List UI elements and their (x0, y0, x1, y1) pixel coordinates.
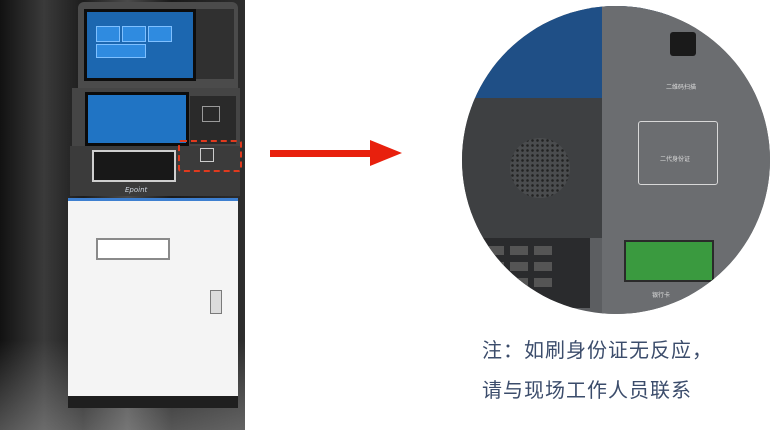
brand-logo: Epoint (125, 186, 148, 194)
kiosk-receipt-window (96, 238, 170, 260)
id-card-reader (638, 121, 718, 185)
keypad (480, 238, 590, 308)
kiosk-touch-screen (85, 92, 189, 146)
bank-card-label: 银行卡 (652, 292, 671, 299)
qr-scanner-icon (202, 106, 220, 122)
note-text: 注：如刷身份证无反应， 请与现场工作人员联系 (482, 330, 767, 410)
zoom-detail-circle: 二维码扫描 二代身份证 银行卡 (462, 6, 770, 314)
id-card-label: 二代身份证 (660, 156, 691, 163)
id-reader-icon (200, 148, 214, 162)
note-line-1: 注：如刷身份证无反应， (482, 338, 713, 362)
bank-card-slot (624, 240, 714, 282)
kiosk-top-tiles (96, 26, 176, 60)
arrow-line (270, 150, 370, 157)
qr-scan-label: 二维码扫描 (666, 84, 697, 91)
qr-scanner-camera-icon (670, 32, 696, 56)
kiosk-base (68, 396, 238, 408)
speaker-grille-icon (510, 138, 570, 198)
kiosk-lock-icon (210, 290, 222, 314)
kiosk-photo: Epoint (0, 0, 245, 430)
arrow-right-icon (370, 140, 402, 166)
note-line-2: 请与现场工作人员联系 (482, 378, 692, 402)
kiosk-print-slot (92, 150, 176, 182)
kiosk-side-logo-panel (196, 9, 234, 79)
